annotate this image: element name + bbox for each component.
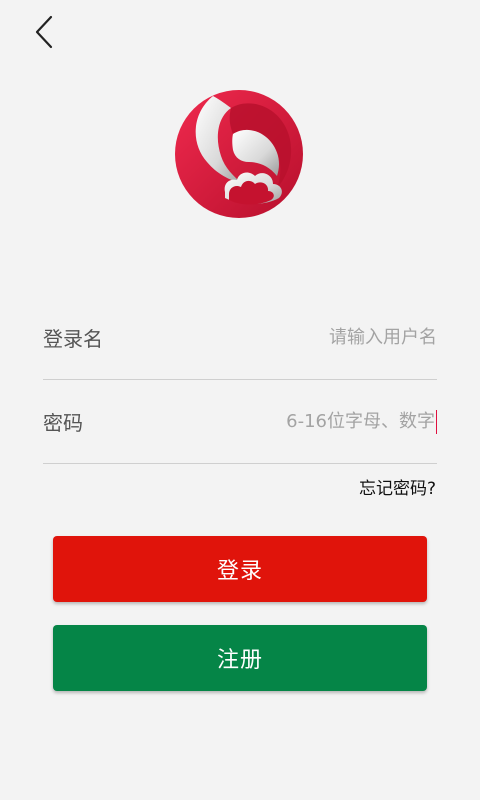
register-button[interactable]: 注册: [53, 625, 427, 691]
password-label: 密码: [43, 411, 83, 435]
brand-logo-icon: [175, 90, 303, 218]
text-cursor: [436, 409, 437, 434]
login-button[interactable]: 登录: [53, 536, 427, 602]
password-field: 密码: [43, 380, 437, 464]
username-input[interactable]: [197, 327, 437, 348]
back-button[interactable]: [26, 12, 62, 52]
username-field: 登录名: [43, 296, 437, 380]
username-label: 登录名: [43, 327, 103, 351]
forgot-password-link[interactable]: 忘记密码?: [359, 474, 436, 499]
chevron-left-icon: [35, 15, 53, 49]
password-input[interactable]: [197, 411, 436, 432]
password-input-wrapper: [197, 409, 437, 434]
brand-logo: [173, 88, 305, 220]
